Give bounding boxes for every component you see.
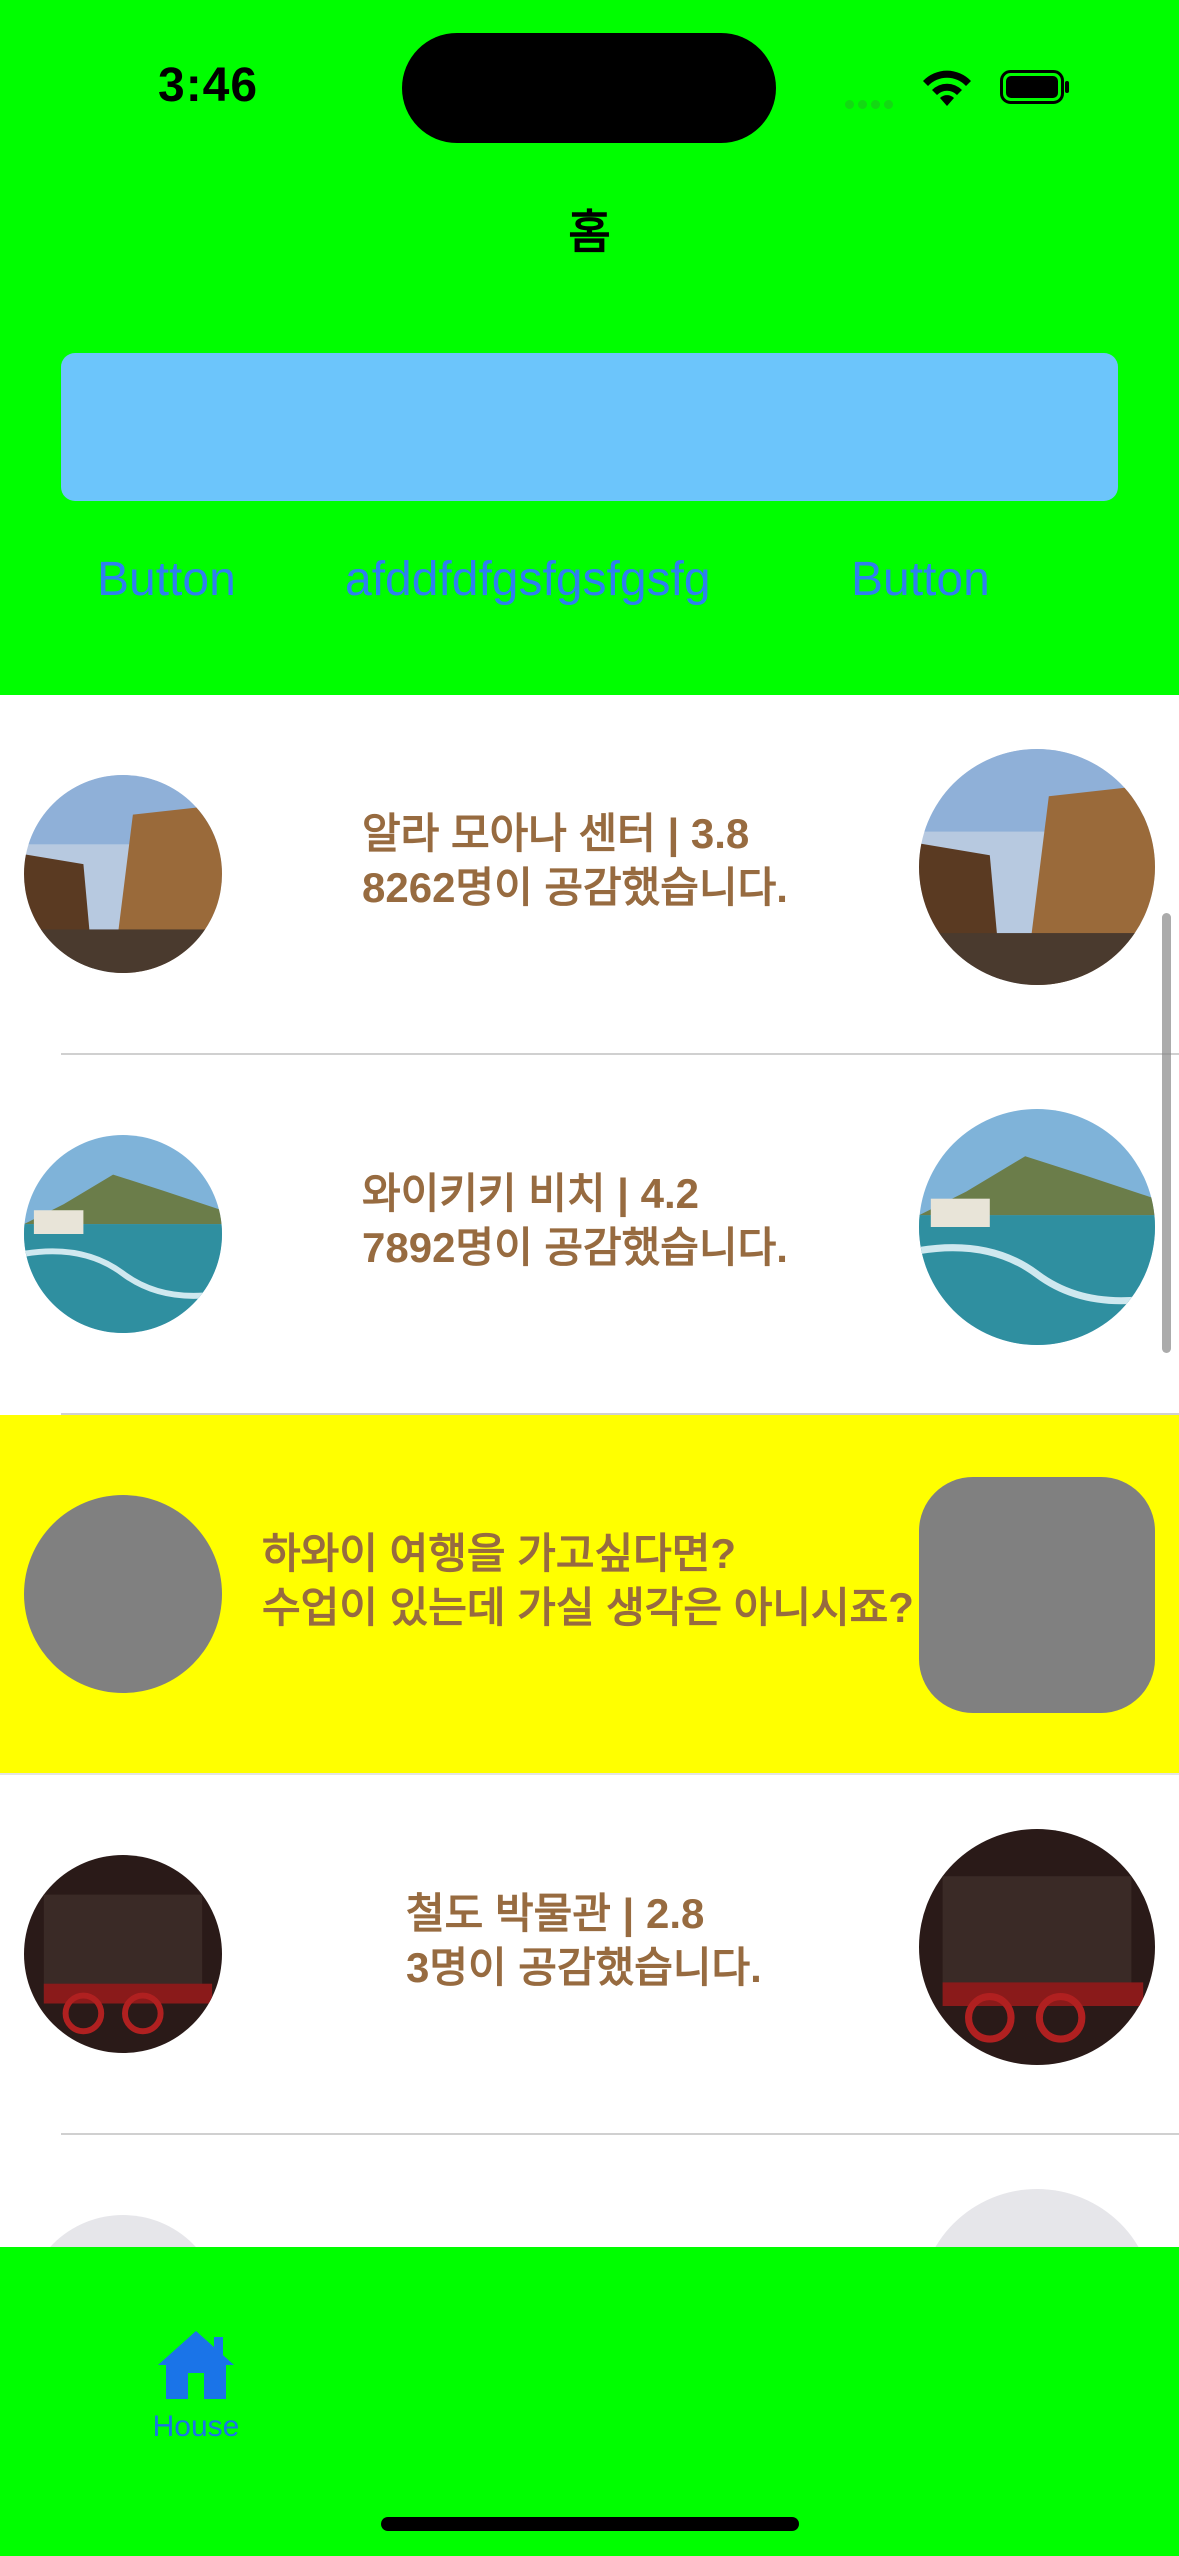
dynamic-island bbox=[402, 33, 776, 143]
page-title: 홈 bbox=[568, 206, 611, 258]
place-thumbnail-left bbox=[24, 1135, 222, 1333]
place-likes: 3명이 공감했습니다. bbox=[406, 1944, 762, 1991]
status-time: 3:46 bbox=[158, 59, 259, 112]
place-thumbnail-right bbox=[919, 1829, 1155, 2065]
ad-subtitle: 수업이 있는데 가실 생각은 아니시죠? bbox=[262, 1584, 914, 1631]
tab-house[interactable]: House bbox=[146, 2327, 246, 2444]
place-thumbnail-right bbox=[919, 1109, 1155, 1345]
place-thumbnail-right bbox=[919, 749, 1155, 985]
list-item[interactable]: 와이키키 비치 | 4.2 7892명이 공감했습니다. bbox=[0, 1055, 1179, 1415]
place-title: 와이키키 비치 | 4.2 bbox=[362, 1170, 699, 1217]
place-title: 알라 모아나 센터 | 3.8 bbox=[362, 810, 750, 857]
wifi-icon bbox=[923, 70, 971, 106]
battery-icon bbox=[1000, 70, 1069, 104]
header-button-right[interactable]: Button bbox=[851, 552, 990, 607]
place-thumbnail-left bbox=[24, 775, 222, 973]
ad-thumbnail-left bbox=[24, 1495, 222, 1693]
scrollbar[interactable] bbox=[1162, 913, 1171, 1353]
tab-bar: House bbox=[0, 2247, 1179, 2556]
place-thumbnail-left bbox=[24, 1855, 222, 2053]
home-indicator[interactable] bbox=[381, 2517, 799, 2531]
place-likes: 8262명이 공감했습니다. bbox=[362, 864, 788, 911]
tab-house-label: House bbox=[152, 2410, 240, 2443]
header-button-left[interactable]: Button bbox=[97, 552, 236, 607]
header-button-middle[interactable]: afddfdfgsfgsfgsfg bbox=[345, 552, 711, 607]
ad-title: 하와이 여행을 가고싶다면? bbox=[262, 1530, 737, 1577]
place-title: 철도 박물관 | 2.8 bbox=[406, 1890, 705, 1937]
list-item[interactable]: 철도 박물관 | 2.8 3명이 공감했습니다. bbox=[0, 1775, 1179, 2135]
house-icon bbox=[158, 2331, 234, 2399]
list-item[interactable]: 알라 모아나 센터 | 3.8 8262명이 공감했습니다. bbox=[0, 695, 1179, 1055]
header: 3:46 홈 Button afddfdfgsfgsfgsfg Button bbox=[0, 0, 1179, 695]
ad-thumbnail-right bbox=[919, 1477, 1155, 1713]
ad-list-item[interactable]: 하와이 여행을 가고싶다면? 수업이 있는데 가실 생각은 아니시죠? bbox=[0, 1415, 1179, 1775]
place-likes: 7892명이 공감했습니다. bbox=[362, 1224, 788, 1271]
cellular-signal-icon bbox=[845, 96, 897, 114]
search-box[interactable] bbox=[61, 353, 1118, 501]
